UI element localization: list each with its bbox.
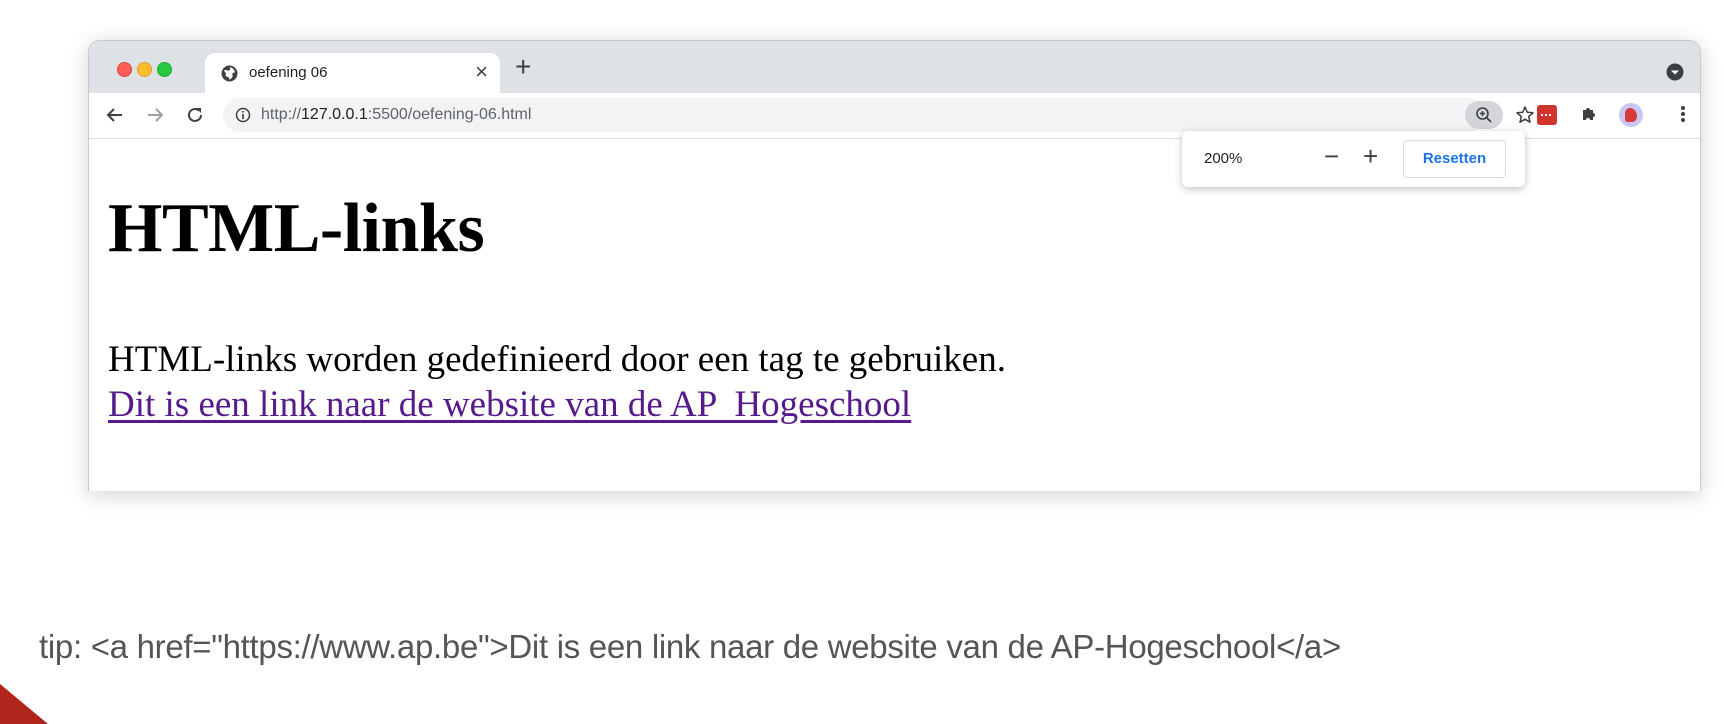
zoom-popup: 200% − + Resetten: [1182, 131, 1525, 187]
corner-decoration: [0, 684, 48, 724]
reload-icon[interactable]: [185, 105, 205, 130]
extension-icon[interactable]: [1537, 105, 1557, 125]
address-bar[interactable]: http://127.0.0.1:5500/oefening-06.html: [223, 98, 1534, 132]
browser-window: oefening 06 × + http://127.0.0.1:5500/oe…: [88, 40, 1701, 491]
page-content: HTML-links HTML-links worden gedefinieer…: [89, 139, 1700, 491]
tab-title: oefening 06: [249, 64, 328, 81]
zoom-icon[interactable]: [1465, 101, 1503, 129]
zoom-in-button[interactable]: +: [1363, 143, 1378, 169]
maximize-window-button[interactable]: [157, 62, 172, 77]
puzzle-icon[interactable]: [1579, 104, 1599, 129]
zoom-out-button[interactable]: −: [1324, 143, 1339, 169]
reset-zoom-button[interactable]: Resetten: [1403, 140, 1506, 178]
page-paragraph: HTML-links worden gedefinieerd door een …: [108, 337, 1006, 427]
minimize-window-button[interactable]: [137, 62, 152, 77]
zoom-level: 200%: [1204, 150, 1243, 167]
new-tab-button[interactable]: +: [515, 53, 531, 81]
menu-icon[interactable]: [1680, 104, 1686, 129]
tab-strip: oefening 06 × +: [89, 41, 1700, 93]
tab-search-icon[interactable]: [1666, 63, 1684, 86]
ap-hogeschool-link[interactable]: Dit is een link naar de website van de A…: [108, 384, 911, 425]
tip-text: tip: <a href="https://www.ap.be">Dit is …: [39, 628, 1341, 665]
tab-oefening-06[interactable]: oefening 06 ×: [205, 53, 500, 93]
tab-close-icon[interactable]: ×: [475, 59, 488, 85]
page-heading: HTML-links: [108, 190, 485, 267]
globe-icon: [221, 65, 238, 87]
paragraph-text: HTML-links worden gedefinieerd door een …: [108, 339, 1006, 380]
info-icon[interactable]: [235, 107, 251, 128]
avatar[interactable]: [1619, 103, 1643, 127]
forward-icon[interactable]: [145, 105, 165, 130]
url-text: http://127.0.0.1:5500/oefening-06.html: [261, 106, 532, 123]
star-icon[interactable]: [1515, 105, 1535, 130]
close-window-button[interactable]: [117, 62, 132, 77]
back-icon[interactable]: [105, 105, 125, 130]
